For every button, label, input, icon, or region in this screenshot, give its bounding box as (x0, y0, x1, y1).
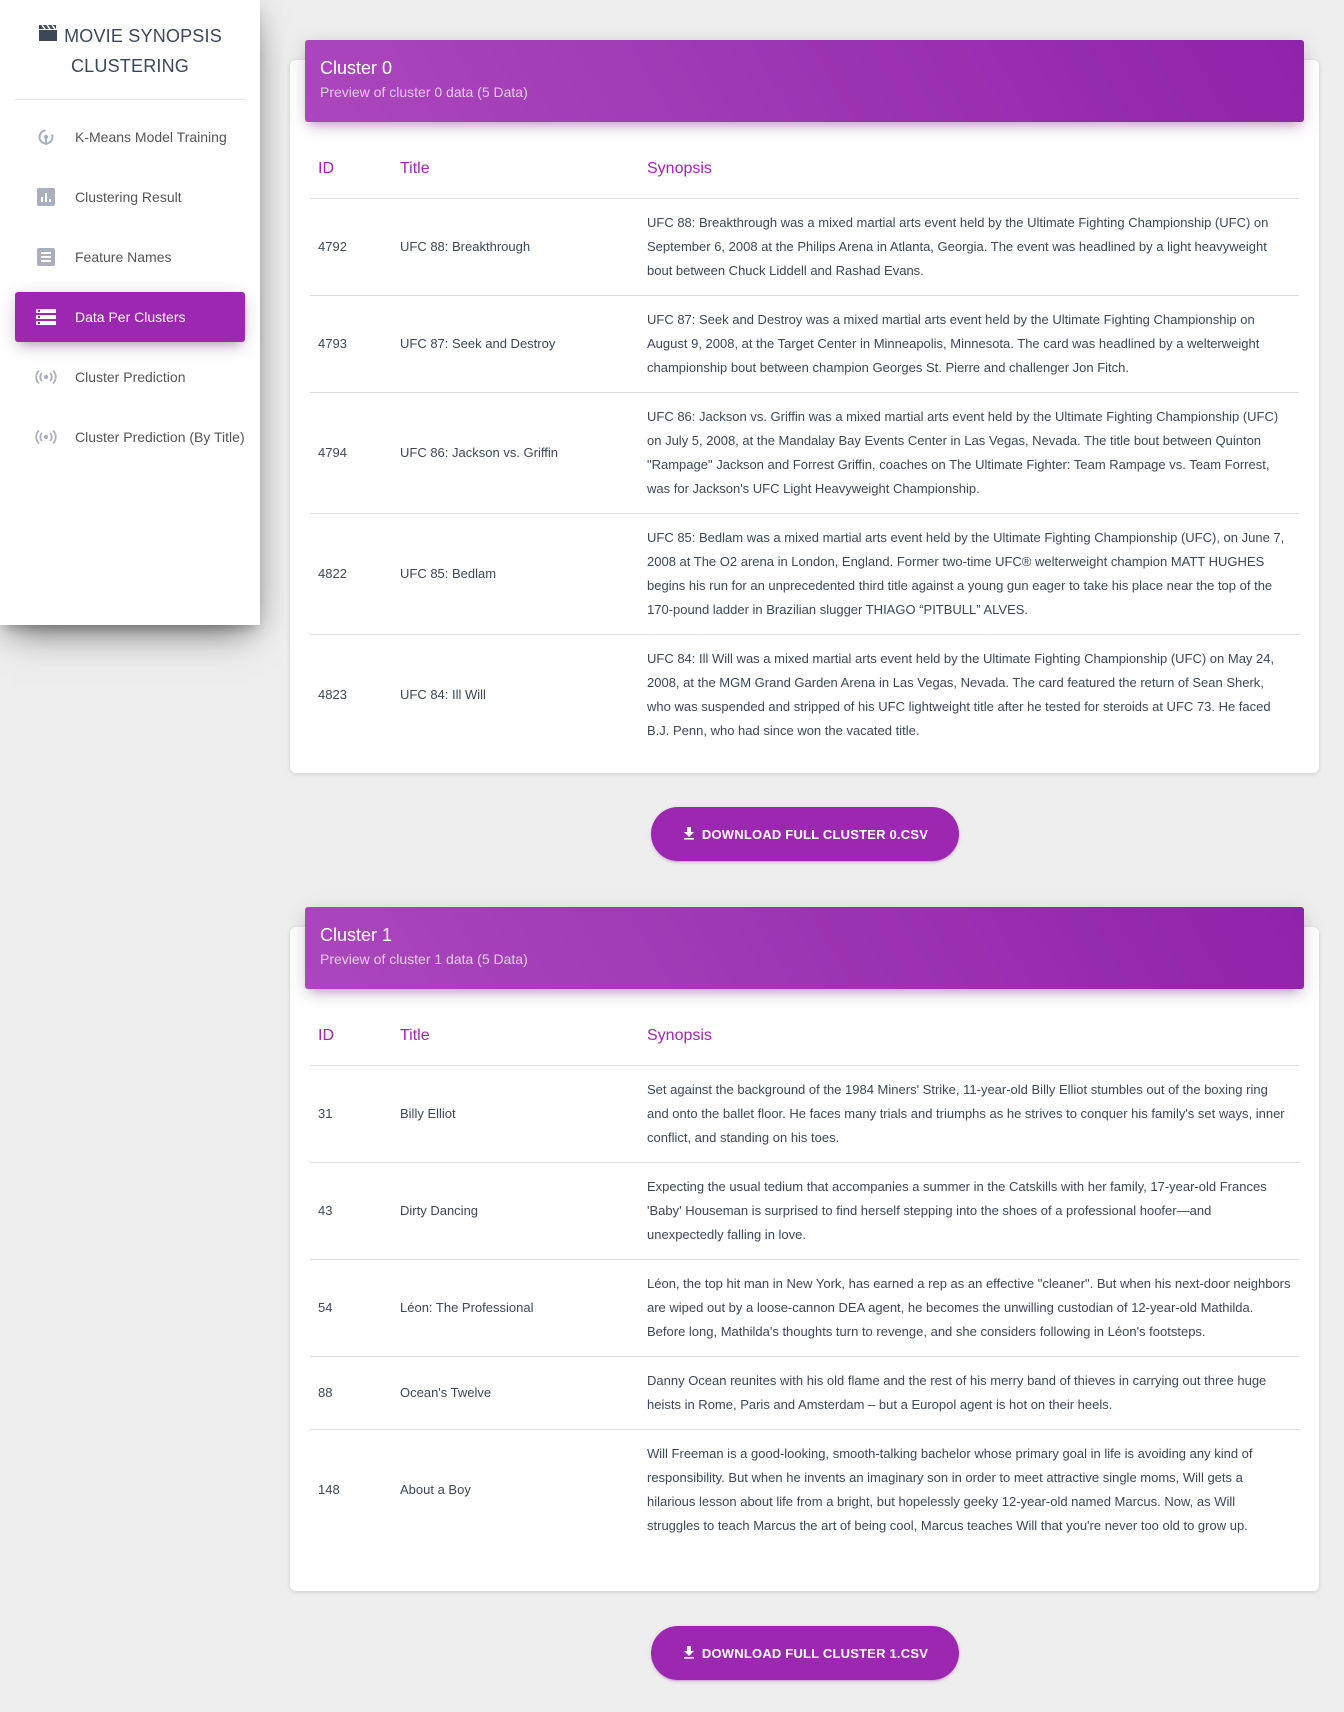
card-header: Cluster 1 Preview of cluster 1 data (5 D… (305, 907, 1304, 989)
sidebar-item-feature-names[interactable]: Feature Names (15, 232, 245, 282)
card-subtitle: Preview of cluster 1 data (5 Data) (320, 951, 528, 967)
card-subtitle: Preview of cluster 0 data (5 Data) (320, 84, 528, 100)
cell-synopsis: UFC 85: Bedlam was a mixed martial arts … (639, 512, 1299, 634)
sidebar-item-kmeans-training[interactable]: K-Means Model Training (15, 112, 245, 162)
column-header-title: Title (392, 1003, 639, 1066)
cell-title: Dirty Dancing (392, 1161, 639, 1259)
download-icon (682, 826, 696, 843)
sidebar-item-label: Cluster Prediction (75, 369, 186, 385)
table-row: 148 About a Boy Will Freeman is a good-l… (310, 1428, 1299, 1550)
cell-id: 4822 (310, 512, 392, 634)
column-header-synopsis: Synopsis (639, 1003, 1299, 1066)
cell-title: Ocean's Twelve (392, 1355, 639, 1429)
cell-title: UFC 84: Ill Will (392, 633, 639, 755)
table-row: 54 Léon: The Professional Léon, the top … (310, 1258, 1299, 1356)
cell-title: UFC 88: Breakthrough (400, 238, 531, 254)
sidebar-item-label: K-Means Model Training (75, 129, 227, 145)
download-cluster-1-button[interactable]: DOWNLOAD FULL CLUSTER 1.CSV (651, 1626, 959, 1680)
clapperboard-icon (38, 21, 58, 51)
sidebar-item-label: Clustering Result (75, 189, 182, 205)
cell-title: About a Boy (392, 1428, 639, 1550)
column-header-title: Title (392, 136, 639, 199)
table-header-row: ID Title Synopsis (310, 1003, 1299, 1066)
cell-id: 4792 (318, 238, 347, 254)
cell-id: 4794 (310, 391, 392, 513)
bar-chart-icon (35, 186, 57, 208)
brand-line1-text: MOVIE SYNOPSIS (64, 25, 222, 46)
sidebar-item-data-per-clusters[interactable]: Data Per Clusters (15, 292, 245, 342)
sidebar-item-clustering-result[interactable]: Clustering Result (15, 172, 245, 222)
table-row: 4794 UFC 86: Jackson vs. Griffin UFC 86:… (310, 391, 1299, 513)
card-title: Cluster 1 (320, 925, 393, 945)
brand[interactable]: MOVIE SYNOPSIS CLUSTERING (15, 0, 245, 100)
table-row: 43 Dirty Dancing Expecting the usual ted… (310, 1161, 1299, 1259)
table-row: 4793 UFC 87: Seek and Destroy UFC 87: Se… (310, 294, 1299, 392)
cell-synopsis: Danny Ocean reunites with his old flame … (639, 1355, 1299, 1429)
storage-icon (35, 306, 57, 328)
cell-synopsis: Set against the background of the 1984 M… (647, 1081, 1285, 1145)
cell-id: 4823 (310, 633, 392, 755)
download-button-label: DOWNLOAD FULL CLUSTER 0.CSV (701, 826, 929, 842)
cell-title: UFC 87: Seek and Destroy (392, 294, 639, 392)
cell-synopsis: UFC 87: Seek and Destroy was a mixed mar… (639, 294, 1299, 392)
sidebar-item-cluster-prediction[interactable]: Cluster Prediction (15, 352, 245, 402)
broadcast-icon (35, 366, 57, 388)
table-row: 88 Ocean's Twelve Danny Ocean reunites w… (310, 1355, 1299, 1429)
cell-id: 31 (318, 1105, 333, 1121)
table-row: 4822 UFC 85: Bedlam UFC 85: Bedlam was a… (310, 512, 1299, 634)
table-row: 31 Billy Elliot Set against the backgrou… (310, 1065, 1299, 1162)
brand-title-line2: CLUSTERING (70, 55, 189, 76)
cluster-card-0: Cluster 0 Preview of cluster 0 data (5 D… (290, 40, 1319, 773)
cell-id: 148 (310, 1428, 392, 1550)
cell-title: Billy Elliot (400, 1105, 456, 1121)
card-title: Cluster 0 (320, 58, 393, 78)
cell-id: 88 (310, 1355, 392, 1429)
cell-id: 54 (310, 1258, 392, 1356)
cell-title: UFC 85: Bedlam (392, 512, 639, 634)
model-training-icon (35, 126, 57, 148)
sidebar-nav: K-Means Model Training Clustering Result (0, 112, 260, 462)
column-header-id: ID (310, 136, 392, 199)
cell-synopsis: Léon, the top hit man in New York, has e… (639, 1258, 1299, 1356)
table-row: 4823 UFC 84: Ill Will UFC 84: Ill Will w… (310, 633, 1299, 755)
download-cluster-0-button[interactable]: DOWNLOAD FULL CLUSTER 0.CSV (651, 807, 959, 861)
cell-title: Léon: The Professional (392, 1258, 639, 1356)
download-icon (682, 1645, 696, 1662)
cluster-table: ID Title Synopsis 4792 UFC 88: Breakthro… (310, 136, 1299, 755)
cell-id: 4793 (310, 294, 392, 392)
cell-synopsis: Expecting the usual tedium that accompan… (639, 1161, 1299, 1259)
sidebar-item-label: Feature Names (75, 249, 172, 265)
sidebar-item-label: Cluster Prediction (By Title) (75, 429, 245, 445)
card-header: Cluster 0 Preview of cluster 0 data (5 D… (305, 40, 1304, 122)
cell-id: 43 (310, 1161, 392, 1259)
cluster-card-1: Cluster 1 Preview of cluster 1 data (5 D… (290, 907, 1319, 1591)
table-row: 4792 UFC 88: Breakthrough UFC 88: Breakt… (310, 198, 1299, 295)
column-header-synopsis: Synopsis (639, 136, 1299, 199)
brand-title-line1: MOVIE SYNOPSIS (38, 21, 222, 51)
sidebar-item-label: Data Per Clusters (75, 309, 186, 325)
broadcast-icon (35, 426, 57, 448)
list-icon (35, 246, 57, 268)
download-button-label: DOWNLOAD FULL CLUSTER 1.CSV (701, 1645, 929, 1661)
sidebar-item-cluster-prediction-by-title[interactable]: Cluster Prediction (By Title) (15, 412, 245, 462)
column-header-id: ID (310, 1003, 392, 1066)
table-header-row: ID Title Synopsis (310, 136, 1299, 199)
cell-synopsis: UFC 86: Jackson vs. Griffin was a mixed … (639, 391, 1299, 513)
cell-title: UFC 86: Jackson vs. Griffin (392, 391, 639, 513)
cell-synopsis: Will Freeman is a good-looking, smooth-t… (639, 1428, 1299, 1550)
cluster-table: ID Title Synopsis 31 Billy Elliot Set ag… (310, 1003, 1299, 1550)
cell-synopsis: UFC 84: Ill Will was a mixed martial art… (639, 633, 1299, 755)
cell-synopsis: UFC 88: Breakthrough was a mixed martial… (647, 214, 1269, 278)
sidebar: MOVIE SYNOPSIS CLUSTERING K-Means Model … (0, 0, 260, 625)
